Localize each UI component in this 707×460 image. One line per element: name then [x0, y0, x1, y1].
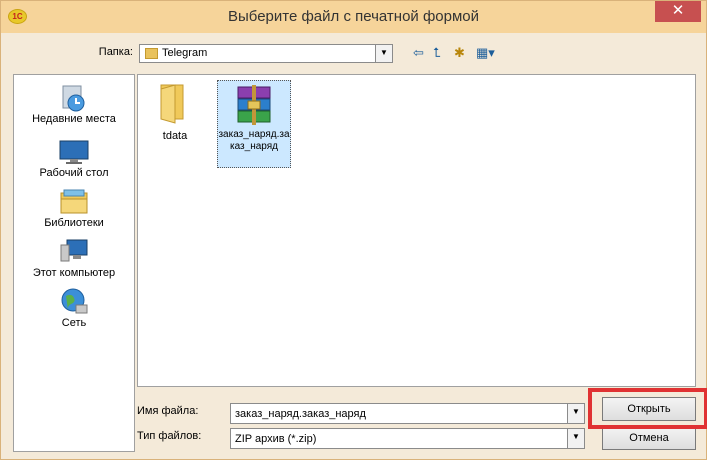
- view-menu-icon[interactable]: ▦▾: [476, 45, 495, 61]
- places-bar: Недавние места Рабочий стол Библиотеки Э…: [13, 74, 135, 452]
- filename-label: Имя файла:: [137, 405, 199, 417]
- place-desktop[interactable]: Рабочий стол: [14, 137, 134, 179]
- new-folder-icon[interactable]: ✱: [454, 45, 465, 61]
- folder-dropdown[interactable]: Telegram ▼: [139, 44, 393, 63]
- filename-input[interactable]: заказ_наряд.заказ_наряд ▼: [230, 403, 585, 424]
- place-network[interactable]: Сеть: [14, 287, 134, 329]
- place-label: Библиотеки: [44, 217, 104, 229]
- computer-icon: [58, 237, 90, 267]
- file-item-tdata[interactable]: tdata: [150, 81, 200, 142]
- filetype-value: ZIP архив (*.zip): [235, 433, 317, 445]
- chevron-down-icon[interactable]: ▼: [375, 45, 392, 62]
- red-highlight-box: [588, 388, 707, 429]
- file-list[interactable]: tdata заказ_наряд.заказ_наряд: [137, 74, 696, 387]
- desktop-icon: [58, 137, 90, 167]
- close-button[interactable]: ✕: [655, 1, 701, 22]
- file-name: tdata: [162, 130, 188, 142]
- recent-places-icon: [58, 83, 90, 113]
- cancel-button[interactable]: Отмена: [602, 426, 696, 450]
- filetype-select[interactable]: ZIP архив (*.zip) ▼: [230, 428, 585, 449]
- place-label: Сеть: [61, 317, 87, 329]
- chevron-down-icon[interactable]: ▼: [567, 429, 584, 448]
- folder-icon: [155, 81, 195, 125]
- winrar-archive-icon: [232, 83, 276, 129]
- back-icon[interactable]: ⇦: [413, 45, 424, 61]
- file-item-zip-selected[interactable]: заказ_наряд.заказ_наряд: [217, 80, 291, 168]
- file-open-dialog: 1С Выберите файл с печатной формой ✕ Пап…: [0, 0, 707, 460]
- title-bar[interactable]: 1С Выберите файл с печатной формой ✕: [1, 1, 706, 33]
- file-name: заказ_наряд.заказ_наряд: [218, 129, 290, 152]
- place-this-pc[interactable]: Этот компьютер: [14, 237, 134, 279]
- place-label: Недавние места: [32, 113, 116, 125]
- up-folder-icon[interactable]: ⮤: [433, 45, 441, 61]
- place-libraries[interactable]: Библиотеки: [14, 187, 134, 229]
- place-label: Рабочий стол: [39, 167, 109, 179]
- libraries-icon: [58, 187, 90, 217]
- place-recent[interactable]: Недавние места: [14, 83, 134, 125]
- folder-label: Папка:: [98, 46, 133, 58]
- filename-value: заказ_наряд.заказ_наряд: [235, 408, 366, 420]
- network-globe-icon: [58, 287, 90, 317]
- filetype-label: Тип файлов:: [137, 430, 202, 442]
- place-label: Этот компьютер: [32, 267, 116, 279]
- dialog-title: Выберите файл с печатной формой: [227, 8, 480, 25]
- folder-icon: [145, 48, 158, 59]
- folder-value: Telegram: [162, 47, 208, 59]
- chevron-down-icon[interactable]: ▼: [567, 404, 584, 423]
